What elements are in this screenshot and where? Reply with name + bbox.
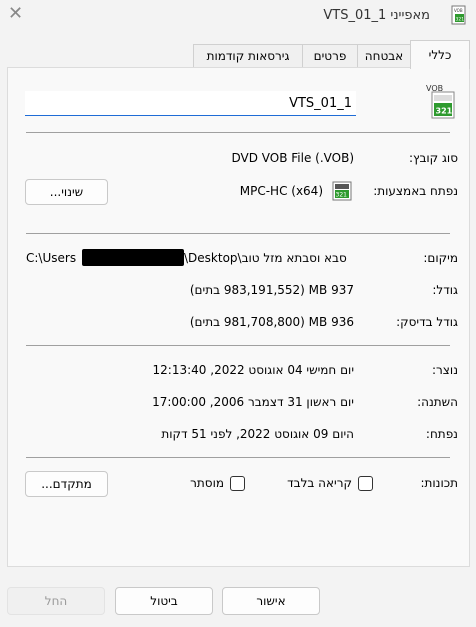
mpc-hc-icon: 321	[332, 181, 352, 201]
accessed-label: נפתח:	[425, 427, 458, 441]
title-bar: ✕ מאפייני VTS_01_1 VOB 321	[0, 0, 476, 32]
icon-badge-text: 321	[456, 17, 465, 23]
location-label: מיקום:	[423, 251, 458, 265]
icon-badge-text: 321	[436, 107, 453, 116]
icon-badge-text: 321	[336, 192, 348, 199]
tab-general[interactable]: כללי	[410, 40, 470, 69]
cancel-button[interactable]: ביטול	[115, 587, 213, 615]
created-label: נוצר:	[431, 363, 458, 377]
file-type-label: סוג קובץ:	[408, 151, 458, 165]
size-label: גודל:	[432, 283, 458, 297]
opens-with-value: MPC-HC (x64)	[239, 184, 323, 198]
file-name-input[interactable]	[25, 91, 356, 116]
ok-button[interactable]: אישור	[222, 587, 320, 615]
size-on-disk-label: גודל בדיסק:	[396, 315, 458, 329]
icon-ext-text: VOB	[454, 8, 463, 13]
redacted-block	[82, 249, 184, 266]
modified-label: השתנה:	[417, 395, 458, 409]
modified-value: יום ראשון 31 דצמבר 2006, 17:00:00	[152, 395, 354, 409]
divider	[26, 345, 450, 346]
divider	[26, 457, 450, 458]
change-button[interactable]: שינוי...	[25, 179, 108, 205]
size-on-disk-value: 936 MB (981,708,800 בתים)	[189, 315, 354, 329]
vob-file-icon: VOB 321	[451, 5, 466, 25]
readonly-checkbox[interactable]	[358, 476, 373, 491]
hidden-label: מוסתר	[190, 476, 224, 490]
advanced-button[interactable]: מתקדם...	[25, 471, 108, 497]
opens-with-label: נפתח באמצעות:	[373, 184, 458, 198]
tab-previous-versions[interactable]: גירסאות קודמות	[193, 44, 303, 67]
file-type-value: DVD VOB File (.VOB)	[231, 151, 354, 165]
size-value: 937 MB (983,191,552 בתים)	[189, 283, 354, 297]
close-icon[interactable]: ✕	[8, 4, 23, 24]
location-prefix: C:\Users	[26, 251, 77, 265]
hidden-checkbox[interactable]	[230, 476, 245, 491]
divider	[26, 233, 450, 234]
apply-button[interactable]: החל	[7, 587, 105, 615]
created-value: יום חמישי 04 אוגוסט 2022, 12:13:40	[152, 363, 354, 377]
tab-details[interactable]: פרטים	[302, 44, 358, 67]
location-suffix: \Desktop\סבא וסבתא מזל טוב	[184, 251, 347, 265]
attributes-label: תכונות:	[420, 476, 458, 490]
divider	[26, 132, 450, 133]
window-title: מאפייני VTS_01_1	[323, 8, 430, 23]
tab-security[interactable]: אבטחה	[357, 44, 411, 67]
accessed-value: היום 09 אוגוסט 2022, לפני 51 דקות	[161, 427, 354, 441]
readonly-label: קריאה בלבד	[287, 476, 352, 490]
vob-file-icon: VOB 321	[426, 84, 455, 119]
